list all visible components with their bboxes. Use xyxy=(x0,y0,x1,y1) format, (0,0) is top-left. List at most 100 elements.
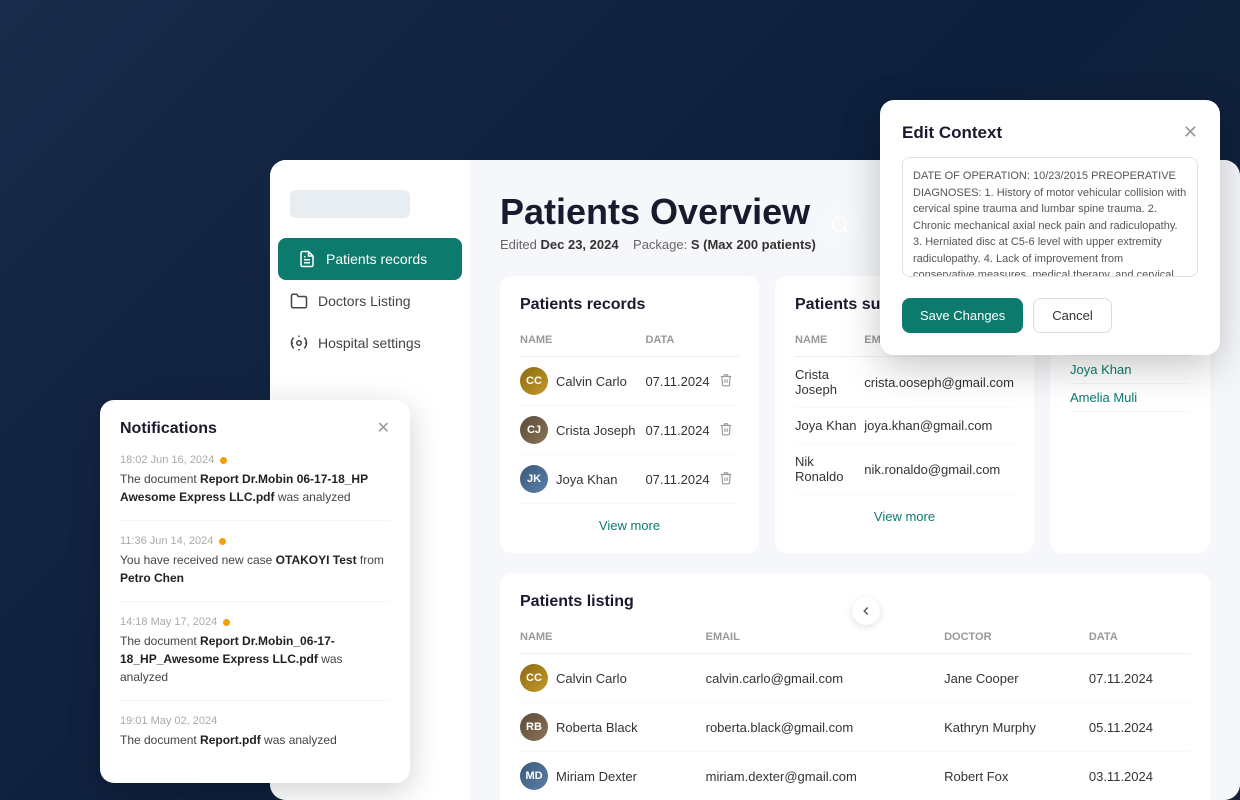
modal-textarea[interactable] xyxy=(902,157,1198,277)
notifications-close-button[interactable]: ✕ xyxy=(377,421,390,437)
patient-name: Calvin Carlo xyxy=(556,671,627,686)
sidebar-item-label: Hospital settings xyxy=(318,335,421,351)
name-cell: CC Calvin Carlo xyxy=(520,664,706,692)
table-row: JK Joya Khan 07.11.2024 xyxy=(520,455,739,504)
folder-icon xyxy=(290,292,308,310)
notification-text: The document Report Dr.Mobin_06-17-18_HP… xyxy=(120,632,390,686)
avatar: CC xyxy=(520,664,548,692)
table-row: Joya Khan joya.khan@gmail.com xyxy=(795,408,1014,444)
subtitle-edited: Edited xyxy=(500,237,537,252)
sidebar-item-patients-records[interactable]: Patients records xyxy=(278,238,462,280)
modal-close-button[interactable]: ✕ xyxy=(1183,122,1198,143)
table-row: CC Calvin Carlo 07.11.2024 xyxy=(520,357,739,406)
name-cell: CC Calvin Carlo xyxy=(520,367,645,395)
col-email: EMAIL xyxy=(706,625,944,654)
trash-icon xyxy=(719,471,733,485)
subtitle-date: Dec 23, 2024 xyxy=(541,237,619,252)
email-cell: miriam.dexter@gmail.com xyxy=(706,752,944,800)
notification-time: 19:01 May 02, 2024 xyxy=(120,715,390,727)
trash-icon xyxy=(719,373,733,387)
subtitle-package-label: Package: xyxy=(633,237,687,252)
notifications-header: Notifications ✕ xyxy=(120,420,390,438)
notification-time: 18:02 Jun 16, 2024 xyxy=(120,454,390,466)
col-name: NAME xyxy=(795,328,864,357)
avatar: RB xyxy=(520,713,548,741)
sidebar-logo xyxy=(270,180,470,238)
notification-text: You have received new case OTAKOYI Test … xyxy=(120,551,390,587)
date-cell: 07.11.2024 xyxy=(645,406,715,455)
table-row: MD Miriam Dexter miriam.dexter@gmail.com… xyxy=(520,752,1190,800)
table-row: CC Calvin Carlo calvin.carlo@gmail.com J… xyxy=(520,654,1190,703)
patients-records-table: NAME DATA CC Calvin Carlo 07.11.2024 xyxy=(520,328,739,504)
edit-context-modal: Edit Context ✕ Save Changes Cancel xyxy=(880,100,1220,355)
delete-button[interactable] xyxy=(715,369,737,394)
doctor-cell[interactable]: Jane Cooper xyxy=(944,654,1089,703)
name-cell: CJ Crista Joseph xyxy=(520,416,645,444)
search-icon xyxy=(830,215,850,235)
patient-name: Joya Khan xyxy=(556,472,617,487)
notifications-panel: Notifications ✕ 18:02 Jun 16, 2024 The d… xyxy=(100,400,410,783)
date-cell: 03.11.2024 xyxy=(1089,752,1190,800)
patients-records-card-title: Patients records xyxy=(520,296,739,314)
email-cell: crista.ooseph@gmail.com xyxy=(864,357,1014,408)
table-row: Nik Ronaldo nik.ronaldo@gmail.com xyxy=(795,444,1014,495)
notification-time: 11:36 Jun 14, 2024 xyxy=(120,535,390,547)
date-cell: 07.11.2024 xyxy=(645,455,715,504)
table-row: RB Roberta Black roberta.black@gmail.com… xyxy=(520,703,1190,752)
name-cell: MD Miriam Dexter xyxy=(520,762,706,790)
notification-dot xyxy=(219,538,226,545)
avatar: CC xyxy=(520,367,548,395)
notification-item: 14:18 May 17, 2024 The document Report D… xyxy=(120,616,390,701)
sidebar-item-hospital-settings[interactable]: Hospital settings xyxy=(270,322,470,364)
list-item[interactable]: Joya Khan xyxy=(1070,356,1190,384)
notification-item: 19:01 May 02, 2024 The document Report.p… xyxy=(120,715,390,763)
subtitle-package: S (Max 200 patients) xyxy=(691,237,816,252)
patient-name: Roberta Black xyxy=(556,720,638,735)
col-name: NAME xyxy=(520,625,706,654)
col-doctor: DOCTOR xyxy=(944,625,1089,654)
email-cell: roberta.black@gmail.com xyxy=(706,703,944,752)
list-item[interactable]: Amelia Muli xyxy=(1070,384,1190,412)
notification-dot xyxy=(223,619,230,626)
cancel-button[interactable]: Cancel xyxy=(1033,298,1111,333)
notifications-title: Notifications xyxy=(120,420,217,438)
delete-button[interactable] xyxy=(715,418,737,443)
settings-icon xyxy=(290,334,308,352)
doctor-cell[interactable]: Robert Fox xyxy=(944,752,1089,800)
avatar: CJ xyxy=(520,416,548,444)
trash-icon xyxy=(719,422,733,436)
avatar: MD xyxy=(520,762,548,790)
document-icon xyxy=(298,250,316,268)
patient-name: Joya Khan xyxy=(795,408,864,444)
col-name: NAME xyxy=(520,328,645,357)
doctor-cell[interactable]: Kathryn Murphy xyxy=(944,703,1089,752)
search-button[interactable] xyxy=(820,205,860,245)
date-cell: 05.11.2024 xyxy=(1089,703,1190,752)
save-changes-button[interactable]: Save Changes xyxy=(902,298,1023,333)
patient-name: Calvin Carlo xyxy=(556,374,627,389)
name-cell: JK Joya Khan xyxy=(520,465,645,493)
patient-name: Nik Ronaldo xyxy=(795,444,864,495)
col-action xyxy=(715,328,739,357)
notification-item: 18:02 Jun 16, 2024 The document Report D… xyxy=(120,454,390,521)
scroll-right-button[interactable] xyxy=(852,597,880,625)
patient-name: Crista Joseph xyxy=(556,423,635,438)
delete-button[interactable] xyxy=(715,467,737,492)
table-row: CJ Crista Joseph 07.11.2024 xyxy=(520,406,739,455)
chevron-left-icon xyxy=(859,604,873,618)
avatar: JK xyxy=(520,465,548,493)
notifications-list: 18:02 Jun 16, 2024 The document Report D… xyxy=(120,454,390,763)
email-cell: nik.ronaldo@gmail.com xyxy=(864,444,1014,495)
sidebar-item-label: Doctors Listing xyxy=(318,293,411,309)
notification-time: 14:18 May 17, 2024 xyxy=(120,616,390,628)
patients-listing-table: NAME EMAIL DOCTOR DATA CC Calvin Carlo c… xyxy=(520,625,1190,800)
view-more-patients-records[interactable]: View more xyxy=(520,518,739,533)
modal-actions: Save Changes Cancel xyxy=(902,298,1198,333)
sidebar-item-doctors-listing[interactable]: Doctors Listing xyxy=(270,280,470,322)
col-data: DATA xyxy=(645,328,715,357)
email-cell: calvin.carlo@gmail.com xyxy=(706,654,944,703)
notification-text: The document Report Dr.Mobin 06-17-18_HP… xyxy=(120,470,390,506)
view-more-subscriptions[interactable]: View more xyxy=(795,509,1014,524)
patient-name: Miriam Dexter xyxy=(556,769,637,784)
notification-dot xyxy=(220,457,227,464)
